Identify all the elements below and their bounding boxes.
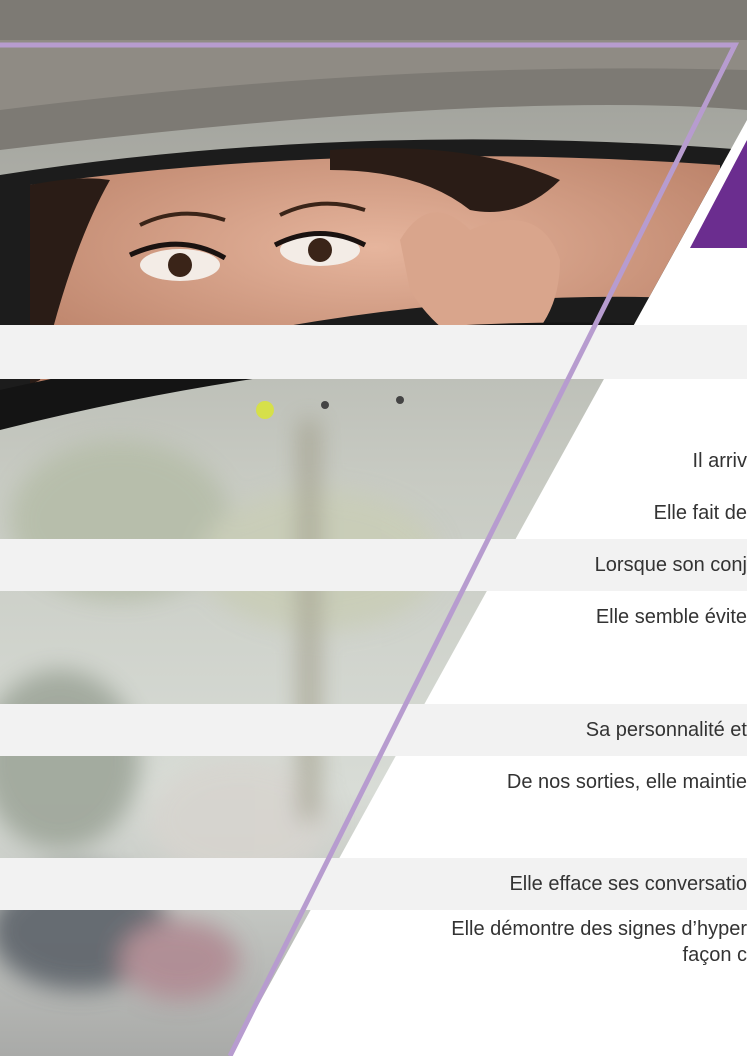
list-item: Lorsque son conj	[0, 539, 747, 591]
list-item: Sa personnalité et	[0, 704, 747, 756]
warning-signs-list: Il arriv Elle fait de Lorsque son conj E…	[0, 0, 747, 1056]
list-item: Elle efface ses conversatio	[0, 858, 747, 910]
list-item: Elle semble évite	[0, 591, 747, 643]
list-item: De nos sorties, elle maintie	[0, 756, 747, 808]
list-item-line-1: Elle démontre des signes d’hyper	[451, 918, 747, 940]
list-item-text: Elle semble évite	[595, 606, 747, 628]
list-item-text: Il arriv	[692, 450, 747, 472]
list-item-text: Elle démontre des signes d’hyper façon c	[451, 916, 747, 980]
list-item-text: Elle efface ses conversatio	[509, 873, 747, 895]
list-item-text: Sa personnalité et	[585, 719, 747, 741]
list-item-text: Lorsque son conj	[594, 554, 747, 576]
list-item: Elle fait de	[0, 487, 747, 539]
blank-row	[0, 325, 747, 379]
list-item-text: De nos sorties, elle maintie	[506, 771, 747, 793]
list-item-text: Elle fait de	[653, 502, 747, 524]
list-item-line-2: façon c	[682, 944, 747, 966]
list-item: Il arriv	[0, 435, 747, 487]
list-item: Elle démontre des signes d’hyper façon c	[0, 918, 747, 982]
